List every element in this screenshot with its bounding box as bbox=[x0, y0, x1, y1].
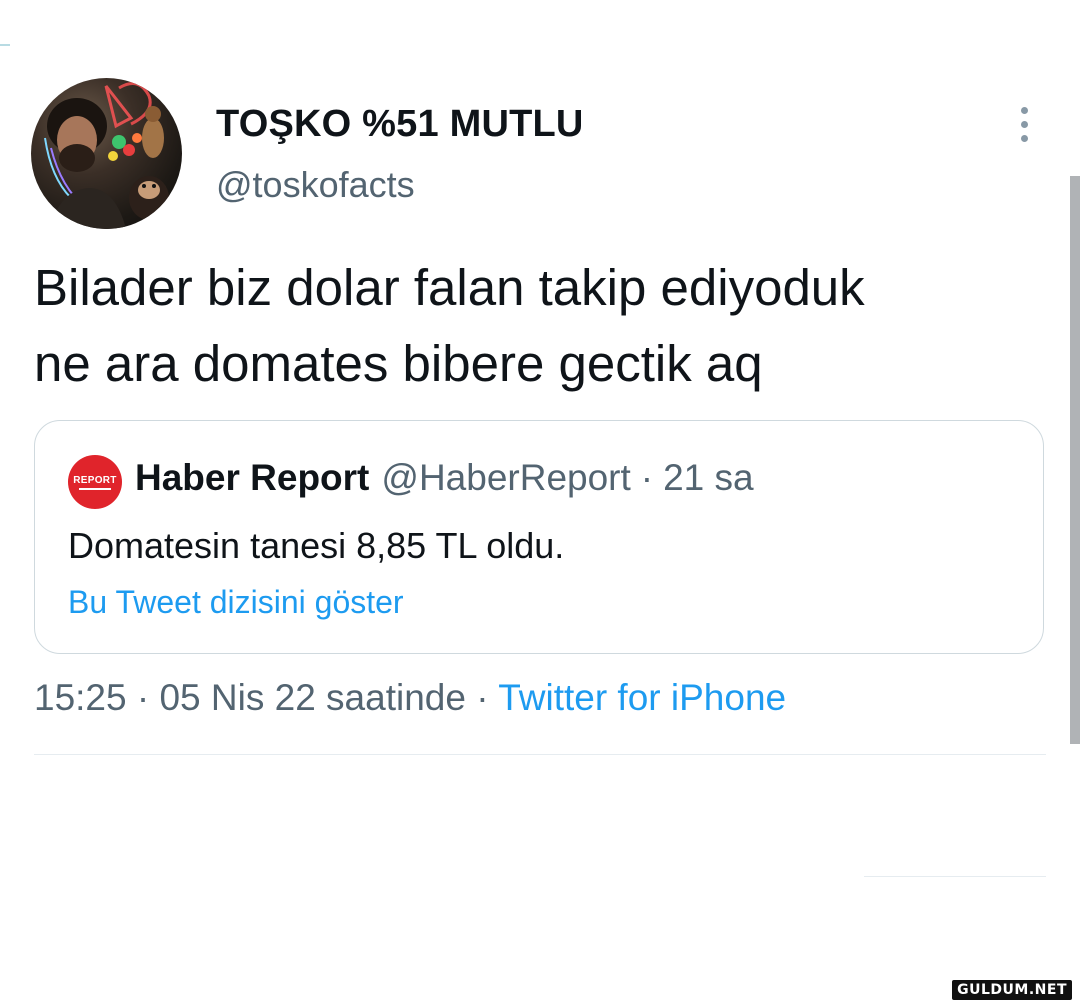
tweet-source-link[interactable]: Twitter for iPhone bbox=[498, 677, 786, 718]
tweet-text: Bilader biz dolar falan takip ediyoduk n… bbox=[34, 250, 1054, 402]
report-logo-line bbox=[79, 487, 111, 490]
quoted-author-avatar[interactable]: REPORT bbox=[68, 455, 122, 509]
divider bbox=[34, 754, 1046, 755]
more-vertical-icon-dot bbox=[1020, 134, 1028, 142]
avatar-photo bbox=[44, 82, 169, 229]
author-avatar[interactable] bbox=[31, 78, 182, 229]
tweet-card: TOŞKO %51 MUTLU @toskofacts Bilader biz … bbox=[0, 0, 1080, 1004]
more-options-button[interactable] bbox=[1008, 100, 1040, 148]
site-watermark: GULDUM.NET bbox=[952, 980, 1072, 1000]
more-vertical-icon bbox=[1020, 106, 1028, 114]
top-edge-accent bbox=[0, 44, 10, 46]
tweet-text-line: ne ara domates bibere gectik aq bbox=[34, 335, 763, 392]
report-logo-text: REPORT bbox=[73, 474, 117, 486]
quoted-author-handle[interactable]: @HaberReport bbox=[381, 457, 630, 499]
scrollbar[interactable] bbox=[1070, 176, 1080, 744]
more-vertical-icon-dot bbox=[1020, 120, 1028, 128]
quoted-tweet-header: Haber Report @HaberReport · 21 sa bbox=[135, 455, 754, 501]
author-handle[interactable]: @toskofacts bbox=[216, 162, 415, 208]
quoted-tweet-text: Domatesin tanesi 8,85 TL oldu. bbox=[68, 525, 565, 566]
quoted-tweet-card[interactable]: REPORT Haber Report @HaberReport · 21 sa… bbox=[34, 420, 1044, 654]
show-thread-link[interactable]: Bu Tweet dizisini göster bbox=[68, 581, 404, 623]
author-display-name[interactable]: TOŞKO %51 MUTLU bbox=[216, 100, 584, 148]
header-separator: · bbox=[640, 457, 654, 498]
tweet-timestamp[interactable]: 15:25 · 05 Nis 22 saatinde · bbox=[34, 677, 489, 718]
quoted-tweet-time[interactable]: 21 sa bbox=[663, 457, 754, 499]
divider-partial bbox=[864, 876, 1046, 877]
quoted-author-name[interactable]: Haber Report bbox=[135, 457, 369, 499]
tweet-text-line: Bilader biz dolar falan takip ediyoduk bbox=[34, 259, 865, 316]
tweet-metadata: 15:25 · 05 Nis 22 saatinde · Twitter for… bbox=[34, 674, 786, 722]
